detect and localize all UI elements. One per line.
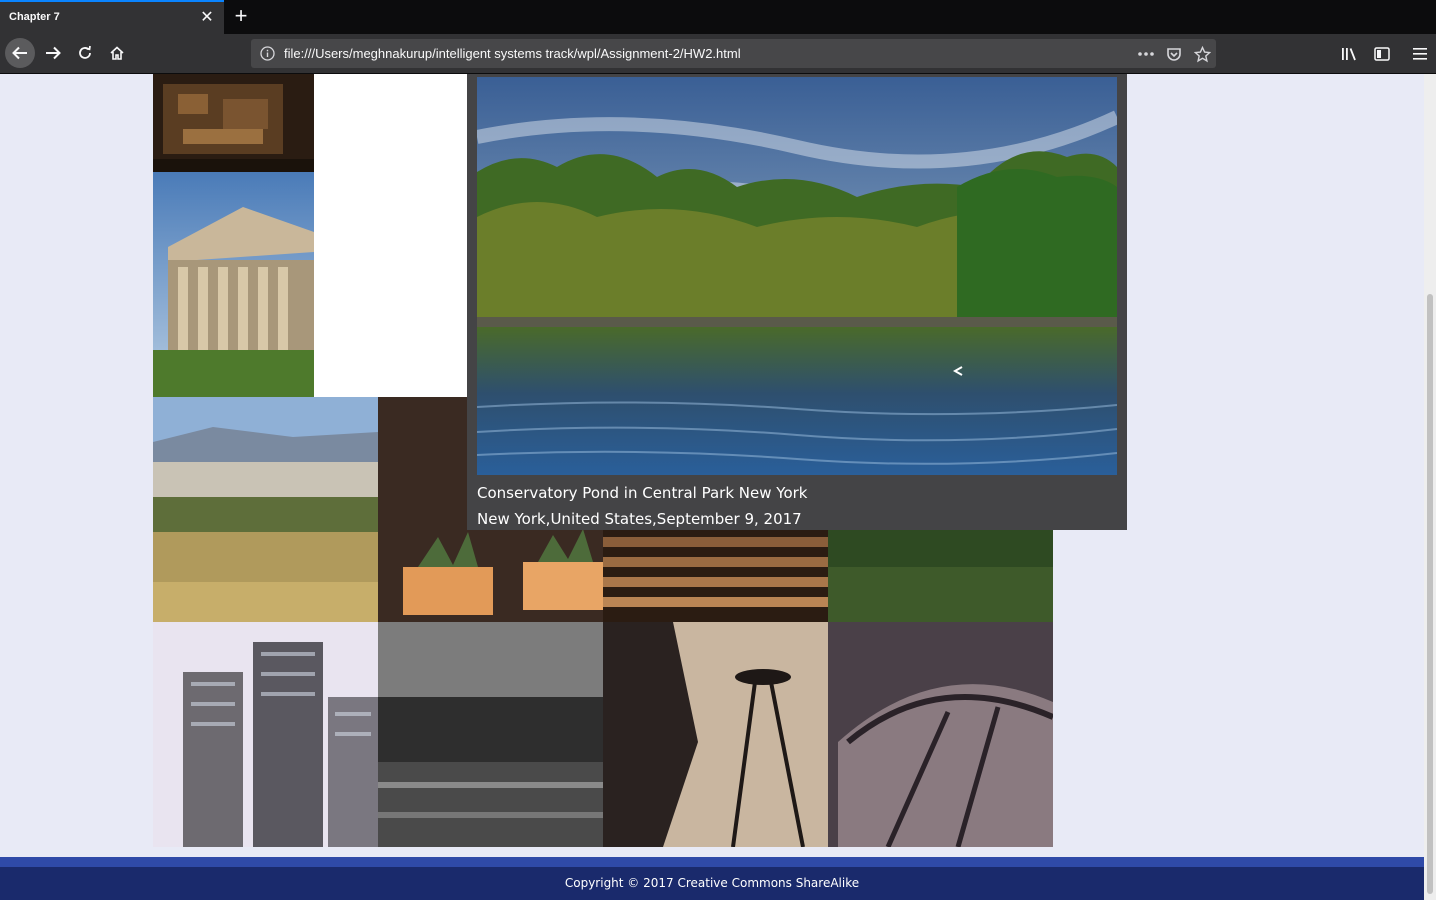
sidebar-icon[interactable] (1370, 42, 1394, 66)
bw-pond-photo[interactable] (378, 622, 603, 847)
space-needle-photo[interactable] (603, 622, 828, 847)
curved-building-photo[interactable] (828, 622, 1053, 847)
scrollbar-thumb[interactable] (1427, 294, 1433, 894)
vertical-scrollbar[interactable] (1424, 74, 1436, 900)
browser-tab[interactable]: Chapter 7 ✕ (0, 0, 224, 34)
pocket-icon[interactable] (1164, 44, 1184, 64)
tab-bar: Chapter 7 ✕ + (0, 0, 1436, 34)
ruins-aerial-photo[interactable] (153, 74, 314, 172)
forward-arrow-icon[interactable] (38, 38, 68, 68)
office-towers-photo[interactable] (153, 622, 378, 847)
copyright-text: Copyright © 2017 Creative Commons ShareA… (564, 876, 860, 890)
conservatory-pond-photo (477, 77, 1117, 475)
library-icon[interactable] (1338, 42, 1362, 66)
page-footer: Copyright © 2017 Creative Commons ShareA… (0, 857, 1424, 900)
hamburger-menu-icon[interactable] (1408, 42, 1432, 66)
photo-gallery: Conservatory Pond in Central Park New Yo… (153, 74, 1127, 847)
bookmark-star-icon[interactable] (1192, 44, 1212, 64)
greek-temple-photo[interactable] (153, 172, 314, 397)
tab-close-icon[interactable]: ✕ (199, 8, 215, 28)
more-actions-icon[interactable] (1136, 44, 1156, 64)
url-text: file:///Users/meghnakurup/intelligent sy… (284, 46, 741, 61)
tab-title: Chapter 7 (9, 11, 60, 23)
page-viewport: Conservatory Pond in Central Park New Yo… (0, 74, 1424, 900)
reload-icon[interactable] (70, 38, 100, 68)
url-bar[interactable]: file:///Users/meghnakurup/intelligent sy… (251, 39, 1216, 68)
image-popup[interactable]: Conservatory Pond in Central Park New Yo… (467, 74, 1127, 530)
new-tab-button[interactable]: + (229, 3, 253, 29)
popup-title: Conservatory Pond in Central Park New Yo… (477, 484, 808, 502)
home-icon[interactable] (102, 38, 132, 68)
back-arrow-icon[interactable] (5, 38, 35, 68)
nav-bar: file:///Users/meghnakurup/intelligent sy… (0, 34, 1436, 74)
info-icon[interactable] (260, 46, 275, 61)
popup-caption: Conservatory Pond in Central Park New Yo… (477, 480, 808, 532)
popup-subtitle: New York,United States,September 9, 2017 (477, 510, 802, 528)
ancient-city-hillside-photo[interactable] (153, 397, 378, 622)
